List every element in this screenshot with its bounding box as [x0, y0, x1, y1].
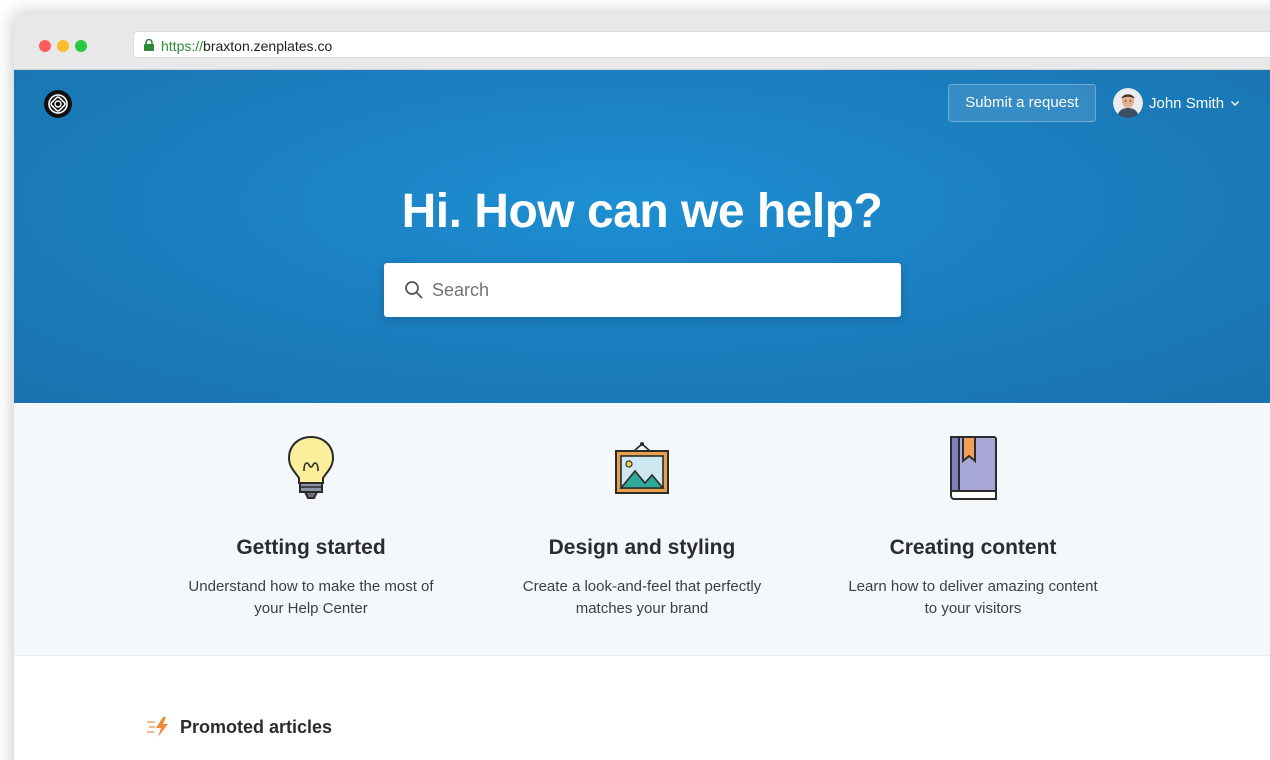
user-menu[interactable]: John Smith: [1113, 88, 1240, 118]
promoted-articles-header: Promoted articles: [146, 716, 332, 738]
book-icon: [950, 436, 997, 500]
category-description: Learn how to deliver amazing content to …: [823, 576, 1123, 620]
category-title[interactable]: Creating content: [823, 536, 1123, 560]
search-input[interactable]: [432, 263, 872, 317]
category-description-line: Understand how to make the most of: [188, 578, 434, 595]
user-name[interactable]: John Smith: [1149, 95, 1224, 112]
lightbulb-icon: [287, 435, 335, 499]
url-scheme: https://: [161, 38, 204, 54]
chevron-down-icon[interactable]: [1230, 98, 1240, 108]
maximize-window-button[interactable]: [75, 40, 87, 52]
brand-logo-icon[interactable]: [42, 88, 74, 120]
category-description-line: matches your brand: [575, 600, 709, 617]
address-bar[interactable]: https://braxton.zenplates.co: [133, 31, 1270, 58]
category-description: Understand how to make the most of your …: [161, 576, 461, 620]
category-title[interactable]: Design and styling: [492, 536, 792, 560]
picture-frame-icon: [615, 442, 669, 494]
close-window-button[interactable]: [39, 40, 51, 52]
avatar[interactable]: [1113, 88, 1143, 118]
url-text: https://braxton.zenplates.co: [161, 38, 332, 54]
search-icon: [405, 281, 423, 299]
minimize-window-button[interactable]: [57, 40, 69, 52]
submit-request-button[interactable]: Submit a request: [948, 84, 1096, 122]
url-host: braxton.zenplates.co: [203, 38, 333, 54]
category-description-line: your Help Center: [254, 600, 368, 617]
category-description: Create a look-and-feel that perfectly ma…: [492, 576, 792, 620]
lightning-icon: [147, 717, 168, 737]
promoted-articles-title: Promoted articles: [180, 716, 333, 737]
search-box[interactable]: [384, 263, 901, 317]
category-section: Getting started Understand how to make t…: [14, 403, 1270, 656]
category-description-line: Learn how to deliver amazing content: [848, 578, 1098, 595]
lock-icon: [144, 39, 154, 51]
category-description-line: to your visitors: [924, 600, 1022, 617]
category-title[interactable]: Getting started: [161, 536, 461, 560]
browser-window: https://braxton.zenplates.co Submit a re…: [14, 14, 1270, 760]
browser-toolbar: https://braxton.zenplates.co: [14, 14, 1270, 70]
category-description-line: Create a look-and-feel that perfectly: [522, 578, 762, 595]
hero-banner: Submit a request John Smith Hi. How can …: [14, 70, 1270, 403]
hero-title: Hi. How can we help?: [401, 185, 883, 238]
